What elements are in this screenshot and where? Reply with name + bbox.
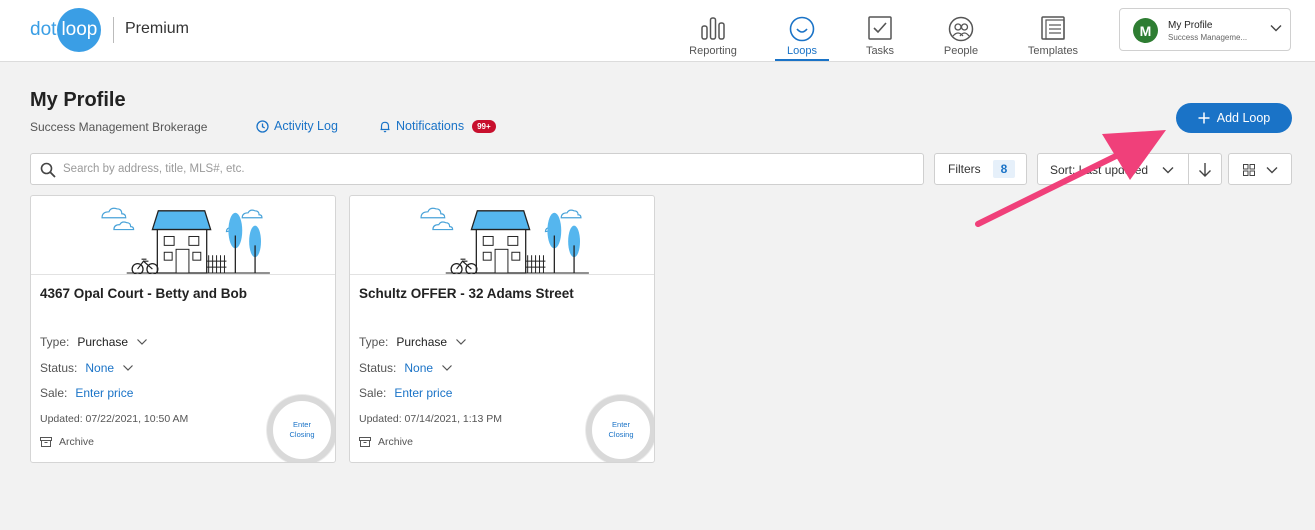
profile-menu[interactable]: M My Profile Success Manageme... xyxy=(1119,8,1291,51)
chevron-down-icon[interactable] xyxy=(122,363,134,373)
templates-icon xyxy=(1041,16,1065,40)
activity-log-link[interactable]: Activity Log xyxy=(256,119,338,133)
page-subtitle: Success Management Brokerage xyxy=(30,120,208,134)
loop-title[interactable]: Schultz OFFER - 32 Adams Street xyxy=(359,286,574,301)
clock-icon xyxy=(256,119,269,133)
type-label: Type: xyxy=(40,335,70,349)
avatar: M xyxy=(1133,18,1158,43)
loop-card[interactable]: 4367 Opal Court - Betty and Bob Type: Pu… xyxy=(30,195,336,463)
house-illustration xyxy=(350,207,654,275)
add-loop-label: Add Loop xyxy=(1216,111,1271,125)
nav-tasks-label: Tasks xyxy=(865,45,895,57)
notifications-badge: 99+ xyxy=(472,119,496,133)
chevron-down-icon[interactable] xyxy=(136,337,148,347)
status-value[interactable]: None xyxy=(85,361,114,375)
sale-row: Sale: Enter price xyxy=(40,386,133,400)
chevron-down-icon[interactable] xyxy=(441,363,453,373)
enter-closing-label: Enter Closing xyxy=(608,420,634,439)
sale-price-link[interactable]: Enter price xyxy=(75,386,133,400)
top-bar: dot loop Premium Reporting Loops Tasks P… xyxy=(0,0,1315,62)
status-row: Status: None xyxy=(359,361,453,375)
notifications-link[interactable]: Notifications 99+ xyxy=(379,119,496,133)
edition-label: Premium xyxy=(125,20,190,37)
page-title: My Profile xyxy=(30,89,126,111)
annotation-arrow-icon xyxy=(975,130,1166,227)
sort-direction-arrow-icon[interactable] xyxy=(1196,161,1214,179)
profile-subtitle: Success Manageme... xyxy=(1168,33,1248,42)
enter-closing-button[interactable]: Enter Closing xyxy=(267,395,335,462)
sale-label: Sale: xyxy=(40,386,68,400)
nav-loops[interactable]: Loops xyxy=(767,0,837,62)
chevron-down-icon xyxy=(1266,167,1278,174)
nav-people-label: People xyxy=(943,45,979,57)
loop-title[interactable]: 4367 Opal Court - Betty and Bob xyxy=(40,286,247,301)
add-loop-button[interactable]: Add Loop xyxy=(1176,103,1292,133)
notifications-label: Notifications xyxy=(396,119,465,133)
nav-loops-label: Loops xyxy=(787,45,817,57)
profile-name: My Profile xyxy=(1168,20,1213,31)
search-bar xyxy=(30,153,924,185)
sale-price-link[interactable]: Enter price xyxy=(394,386,452,400)
dotloop-logo[interactable]: dot loop xyxy=(30,8,102,52)
search-icon xyxy=(40,162,56,178)
view-toggle-dropdown[interactable] xyxy=(1228,153,1292,185)
status-label: Status: xyxy=(40,361,78,375)
nav-people[interactable]: People xyxy=(926,0,996,62)
logo-separator xyxy=(113,17,114,43)
activity-log-label: Activity Log xyxy=(274,119,338,133)
logo-loop-circle: loop xyxy=(57,8,102,52)
loop-icon xyxy=(789,16,815,42)
status-row: Status: None xyxy=(40,361,134,375)
search-input[interactable] xyxy=(63,159,913,179)
type-row: Type: Purchase xyxy=(40,335,148,349)
archive-icon xyxy=(359,437,371,447)
archive-button[interactable]: Archive xyxy=(40,436,94,448)
logo-dot-text: dot xyxy=(30,19,57,40)
type-label: Type: xyxy=(359,335,389,349)
type-value[interactable]: Purchase xyxy=(396,335,447,349)
archive-label: Archive xyxy=(59,436,95,448)
nav-tasks[interactable]: Tasks xyxy=(845,0,915,62)
checkbox-icon xyxy=(868,16,892,40)
archive-icon xyxy=(40,437,52,447)
bell-icon xyxy=(380,121,390,132)
chevron-down-icon xyxy=(1270,25,1282,32)
updated-timestamp: Updated: 07/22/2021, 10:50 AM xyxy=(40,413,189,425)
archive-button[interactable]: Archive xyxy=(359,436,413,448)
nav-templates-label: Templates xyxy=(1027,45,1079,57)
loop-card[interactable]: Schultz OFFER - 32 Adams Street Type: Pu… xyxy=(349,195,655,463)
plus-icon xyxy=(1198,112,1210,124)
people-icon xyxy=(948,16,974,42)
nav-reporting[interactable]: Reporting xyxy=(678,0,748,62)
enter-closing-button[interactable]: Enter Closing xyxy=(586,395,654,462)
sale-row: Sale: Enter price xyxy=(359,386,452,400)
archive-label: Archive xyxy=(378,436,414,448)
sale-label: Sale: xyxy=(359,386,387,400)
grid-view-icon xyxy=(1243,164,1255,176)
status-value[interactable]: None xyxy=(404,361,433,375)
house-illustration xyxy=(31,207,335,275)
enter-closing-label: Enter Closing xyxy=(289,420,315,439)
active-tab-underline xyxy=(775,59,829,61)
nav-reporting-label: Reporting xyxy=(689,45,737,57)
type-value[interactable]: Purchase xyxy=(77,335,128,349)
nav-templates[interactable]: Templates xyxy=(1018,0,1088,62)
status-label: Status: xyxy=(359,361,397,375)
chevron-down-icon[interactable] xyxy=(455,337,467,347)
sort-divider xyxy=(1188,154,1189,184)
bar-chart-icon xyxy=(701,17,725,40)
updated-timestamp: Updated: 07/14/2021, 1:13 PM xyxy=(359,413,503,425)
type-row: Type: Purchase xyxy=(359,335,467,349)
